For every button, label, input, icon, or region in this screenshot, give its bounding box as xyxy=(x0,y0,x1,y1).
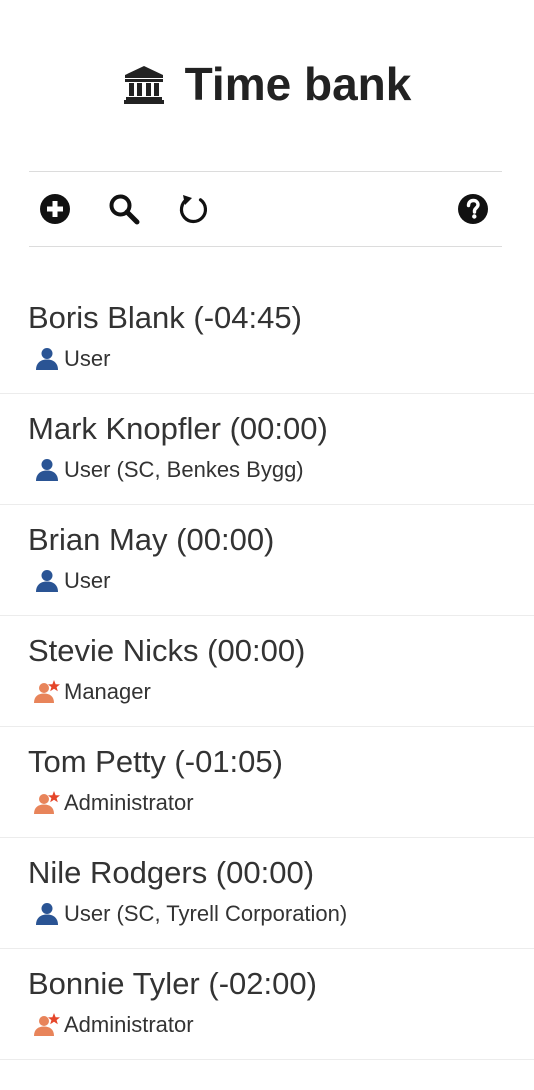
user-name: Tom Petty (-01:05) xyxy=(28,744,283,779)
list-item[interactable]: Tom Petty (-01:05) Administrator xyxy=(0,727,534,838)
user-role: User (SC, Benkes Bygg) xyxy=(34,456,304,484)
user-role: User xyxy=(34,345,110,373)
manager-icon xyxy=(34,680,60,704)
user-name: Boris Blank (-04:45) xyxy=(28,300,302,335)
user-role-label: User xyxy=(64,346,111,371)
user-name: Brian May (00:00) xyxy=(28,522,275,557)
user-icon xyxy=(34,569,60,593)
list-item[interactable]: Nile Rodgers (00:00) User (SC, Tyrell Cor… xyxy=(0,838,534,949)
add-button[interactable] xyxy=(38,192,72,226)
header: Time bank xyxy=(0,0,534,170)
manager-icon xyxy=(34,791,60,815)
user-role-label: Administrator xyxy=(64,1012,194,1037)
user-role: Administrator xyxy=(34,789,194,817)
user-role-label: User (SC, Benkes Bygg) xyxy=(64,457,304,482)
user-role: Manager xyxy=(34,678,151,706)
user-icon xyxy=(34,347,60,371)
refresh-button[interactable] xyxy=(177,192,211,226)
manager-icon xyxy=(34,1013,60,1037)
plus-circle-icon xyxy=(40,194,70,224)
user-name: Bonnie Tyler (-02:00) xyxy=(28,966,317,1001)
user-list: Boris Blank (-04:45) User Mark Knopfler (0… xyxy=(0,283,534,1060)
user-role-label: User xyxy=(64,568,111,593)
user-role-label: User (SC, Tyrell Corporation) xyxy=(64,901,348,926)
user-icon xyxy=(34,902,60,926)
list-item[interactable]: Stevie Nicks (00:00) Manager xyxy=(0,616,534,727)
user-icon xyxy=(34,458,60,482)
bank-icon xyxy=(123,64,165,104)
list-item[interactable]: Bonnie Tyler (-02:00) Administrator xyxy=(0,949,534,1060)
user-role: User (SC, Tyrell Corporation) xyxy=(34,900,347,928)
title-wrap: Time bank xyxy=(0,58,534,110)
user-role: Administrator xyxy=(34,1011,194,1039)
help-button[interactable] xyxy=(456,192,490,226)
search-button[interactable] xyxy=(107,192,141,226)
user-role-label: Administrator xyxy=(64,790,194,815)
refresh-icon xyxy=(179,195,208,224)
list-item[interactable]: Brian May (00:00) User xyxy=(0,505,534,616)
search-icon xyxy=(109,194,140,225)
user-role-label: Manager xyxy=(64,679,151,704)
list-item[interactable]: Boris Blank (-04:45) User xyxy=(0,283,534,394)
question-circle-icon xyxy=(458,194,488,224)
user-role: User xyxy=(34,567,110,595)
list-item[interactable]: Mark Knopfler (00:00) User (SC, Benkes By… xyxy=(0,394,534,505)
toolbar xyxy=(29,171,502,247)
user-name: Nile Rodgers (00:00) xyxy=(28,855,315,890)
user-name: Mark Knopfler (00:00) xyxy=(28,411,328,446)
user-name: Stevie Nicks (00:00) xyxy=(28,633,306,668)
page-title: Time bank xyxy=(184,58,412,110)
